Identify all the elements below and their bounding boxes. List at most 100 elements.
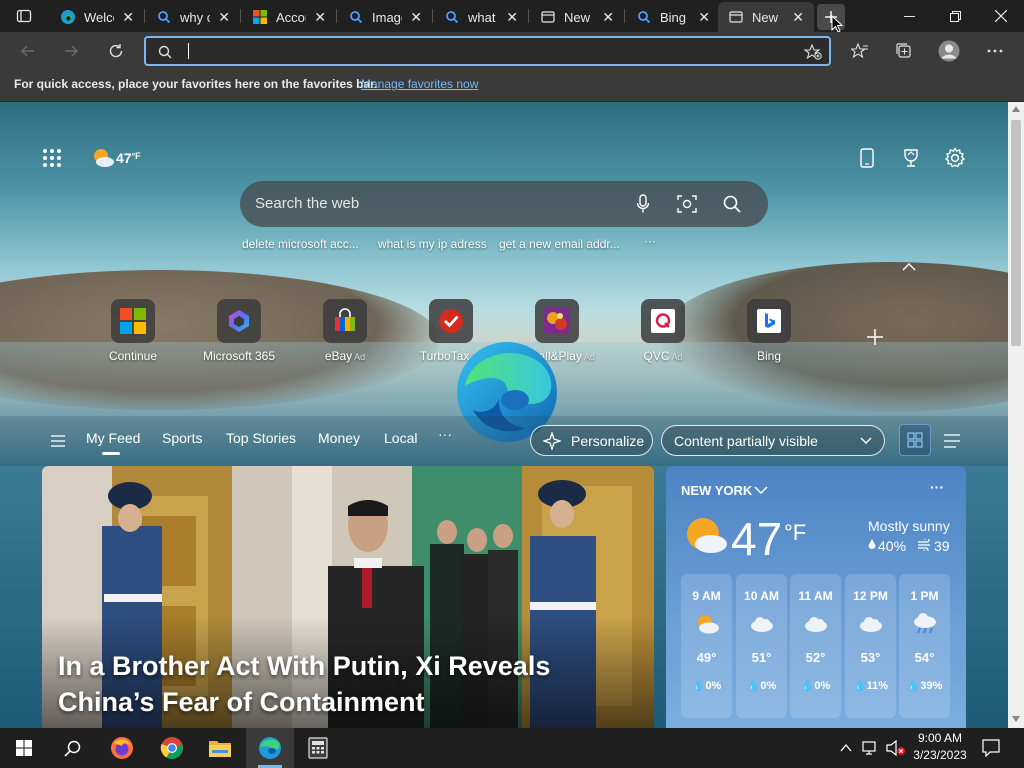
- tab-title: what: [468, 9, 496, 25]
- quick-link-microsoft-365[interactable]: Microsoft 365: [191, 299, 287, 363]
- manage-favorites-link[interactable]: Manage favorites now: [361, 77, 478, 91]
- notifications-icon[interactable]: [982, 739, 1000, 757]
- weather-more-button[interactable]: ···: [930, 479, 944, 495]
- quick-link-label: Continue: [108, 349, 158, 363]
- personalize-button[interactable]: Personalize: [530, 425, 653, 456]
- game-thumbnail-icon: [544, 308, 570, 334]
- quick-link-bing[interactable]: Bing: [721, 299, 817, 363]
- start-button[interactable]: [0, 728, 48, 768]
- bing-search-icon: [636, 9, 652, 25]
- feed-tab-my-feed[interactable]: My Feed: [86, 430, 140, 446]
- forward-arrow-icon: [65, 45, 78, 57]
- weather-card[interactable]: NEW YORK ··· 47 °F Mostly sunny 40% 39 9…: [666, 466, 966, 728]
- collections-button[interactable]: [890, 37, 918, 65]
- settings-more-button[interactable]: [981, 37, 1009, 65]
- search-suggestion[interactable]: what is my ip adress: [378, 237, 487, 251]
- page-settings-button[interactable]: [944, 147, 966, 174]
- feed-tab-sports[interactable]: Sports: [162, 430, 202, 446]
- scrollbar-thumb[interactable]: [1011, 120, 1021, 346]
- hourly-forecast-item[interactable]: 11 AM 52° 💧0%: [790, 574, 841, 718]
- hourly-forecast-item[interactable]: 9 AM 49° 💧0%: [681, 574, 732, 718]
- hourly-forecast-item[interactable]: 1 PM 54° 💧39%: [899, 574, 950, 718]
- forward-button[interactable]: [57, 37, 85, 65]
- refresh-button[interactable]: [102, 37, 130, 65]
- hamburger-menu-icon[interactable]: [51, 435, 65, 447]
- quick-link-ebay[interactable]: eBay Ad: [297, 299, 393, 363]
- feed-more-button[interactable]: ···: [438, 426, 452, 442]
- rewards-trophy-icon: [904, 149, 918, 167]
- close-tab-icon[interactable]: ✕: [506, 9, 518, 26]
- close-tab-icon[interactable]: ✕: [314, 9, 326, 26]
- weather-city[interactable]: NEW YORK: [681, 483, 752, 498]
- tab-new-active[interactable]: New ✕: [718, 2, 814, 32]
- feed-tab-local[interactable]: Local: [384, 430, 417, 446]
- hourly-forecast-item[interactable]: 12 PM 53° 💧11%: [845, 574, 896, 718]
- quick-link-continue[interactable]: Continue: [85, 299, 181, 363]
- microphone-icon[interactable]: [636, 194, 650, 214]
- news-headline[interactable]: In a Brother Act With Putin, Xi Reveals …: [58, 648, 618, 720]
- ad-badge: Ad: [354, 352, 366, 362]
- grid-layout-button[interactable]: [899, 424, 931, 456]
- mouse-cursor-icon: [831, 15, 843, 33]
- tab-search-why[interactable]: why c ✕: [146, 2, 240, 32]
- chevron-down-icon[interactable]: [754, 486, 768, 495]
- profile-button[interactable]: [935, 37, 963, 65]
- search-suggestion[interactable]: delete microsoft acc...: [242, 237, 359, 251]
- add-shortcut-icon[interactable]: [866, 328, 884, 346]
- search-icon[interactable]: [723, 195, 741, 213]
- taskbar-search-button[interactable]: [48, 728, 96, 768]
- microsoft-365-icon: [229, 310, 249, 332]
- tab-actions-button[interactable]: [12, 6, 36, 26]
- show-hidden-icons-chevron-icon[interactable]: [840, 744, 852, 752]
- list-view-icon[interactable]: [944, 434, 960, 448]
- tab-new-1[interactable]: New ✕: [530, 2, 624, 32]
- tab-bing[interactable]: Bing ✕: [626, 2, 720, 32]
- taskbar-chrome[interactable]: [148, 728, 196, 768]
- folder-icon: [209, 741, 231, 757]
- close-tab-icon[interactable]: ✕: [792, 9, 804, 26]
- tab-search-what[interactable]: what ✕: [434, 2, 528, 32]
- hourly-forecast-item[interactable]: 10 AM 51° 💧0%: [736, 574, 787, 718]
- feed-tab-money[interactable]: Money: [318, 430, 360, 446]
- search-suggestion[interactable]: get a new email addr...: [499, 237, 620, 251]
- taskbar-file-explorer[interactable]: [196, 728, 244, 768]
- add-favorite-icon[interactable]: [804, 44, 822, 60]
- close-tab-icon[interactable]: ✕: [410, 9, 422, 26]
- tab-search-images[interactable]: Images ✕: [338, 2, 432, 32]
- address-bar[interactable]: [144, 36, 831, 66]
- back-button[interactable]: [14, 37, 42, 65]
- web-search-box[interactable]: Search the web: [240, 181, 768, 227]
- scroll-up-arrow-icon[interactable]: [1012, 106, 1020, 112]
- tab-account[interactable]: Account ✕: [242, 2, 336, 32]
- news-card[interactable]: In a Brother Act With Putin, Xi Reveals …: [42, 466, 654, 728]
- favorites-button[interactable]: [846, 37, 874, 65]
- feed-tab-top-stories[interactable]: Top Stories: [226, 430, 296, 446]
- rain-cloud-icon: [913, 613, 936, 634]
- rewards-button[interactable]: [901, 148, 921, 173]
- close-window-button[interactable]: [978, 0, 1024, 32]
- phone-button[interactable]: [860, 148, 874, 173]
- close-tab-icon[interactable]: ✕: [602, 9, 614, 26]
- more-suggestions-button[interactable]: ···: [644, 234, 656, 248]
- address-input[interactable]: [184, 41, 784, 61]
- taskbar-calculator[interactable]: [294, 728, 342, 768]
- restore-button[interactable]: [932, 0, 978, 32]
- taskbar-firefox[interactable]: [98, 728, 146, 768]
- close-tab-icon[interactable]: ✕: [122, 9, 134, 26]
- visual-search-icon[interactable]: [677, 194, 697, 214]
- content-visibility-dropdown[interactable]: Content partially visible: [661, 425, 885, 456]
- network-icon[interactable]: [862, 740, 880, 756]
- apps-launcher-button[interactable]: [42, 148, 62, 168]
- clock[interactable]: 9:00 AM 3/23/2023: [910, 730, 970, 764]
- page-scrollbar[interactable]: [1008, 102, 1024, 728]
- taskbar-edge[interactable]: [246, 728, 294, 768]
- close-tab-icon[interactable]: ✕: [218, 9, 230, 26]
- volume-muted-icon[interactable]: [886, 740, 906, 756]
- close-tab-icon[interactable]: ✕: [698, 9, 710, 26]
- collapse-chevron-icon[interactable]: [902, 263, 916, 271]
- scroll-down-arrow-icon[interactable]: [1012, 716, 1020, 722]
- minimize-button[interactable]: [886, 0, 932, 32]
- weather-mini[interactable]: 47 °F: [91, 146, 141, 170]
- quick-link-qvc[interactable]: QVC Ad: [615, 299, 711, 363]
- tab-welcome[interactable]: Welcome ✕: [50, 2, 144, 32]
